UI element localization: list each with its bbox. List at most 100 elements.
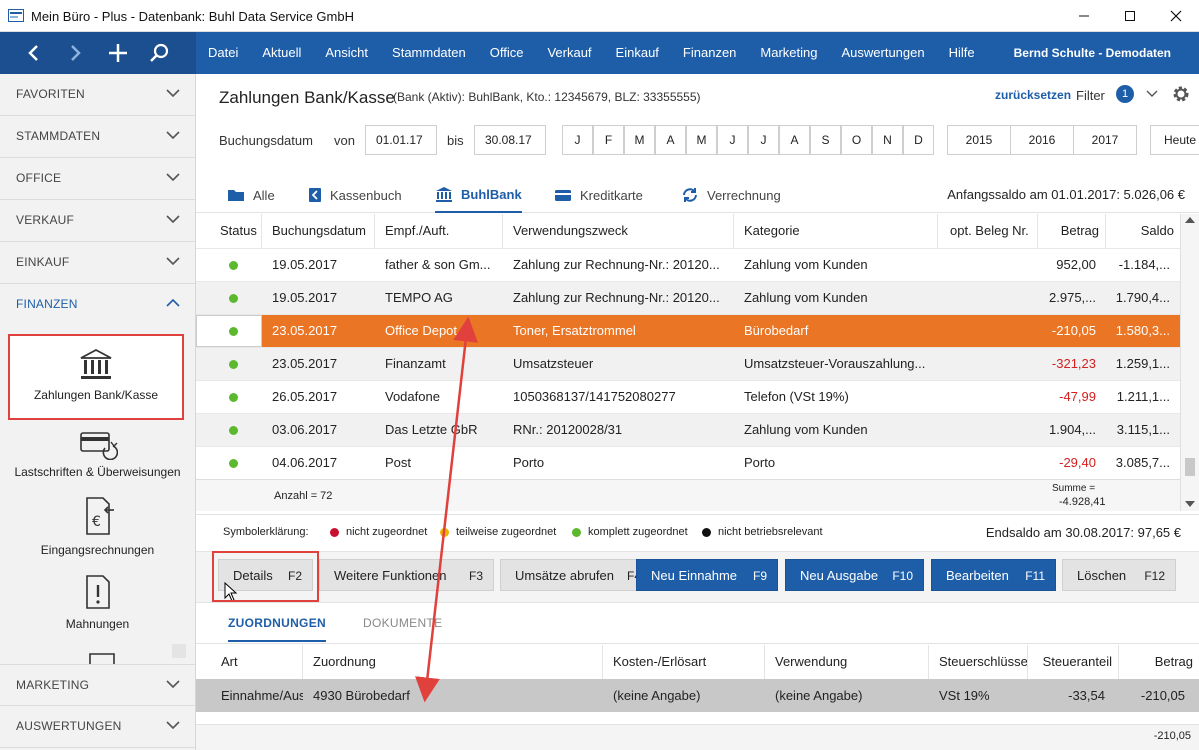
sidebar-item-eingangsrechnungen[interactable]: € Eingangsrechnungen: [0, 496, 195, 557]
maximize-button[interactable]: [1107, 0, 1153, 32]
scroll-up-icon[interactable]: [1185, 217, 1195, 223]
column-header-verwendung[interactable]: Verwendung: [765, 645, 929, 679]
menu-item[interactable]: Office: [478, 32, 536, 74]
month-button[interactable]: S: [810, 125, 841, 155]
column-header-datum[interactable]: Buchungsdatum: [262, 214, 375, 248]
month-button[interactable]: F: [593, 125, 624, 155]
menu-item[interactable]: Auswertungen: [829, 32, 936, 74]
table-row[interactable]: 03.06.2017 Das Letzte GbR RNr.: 20120028/3…: [196, 413, 1180, 446]
column-header-beleg[interactable]: opt. Beleg Nr.: [938, 214, 1038, 248]
sidebar-item-label: Lastschriften & Überweisungen: [14, 465, 181, 479]
column-header-empf[interactable]: Empf./Auft.: [375, 214, 503, 248]
month-button[interactable]: J: [717, 125, 748, 155]
sidebar-item-lastschriften[interactable]: Lastschriften & Überweisungen: [0, 430, 195, 479]
sidebar-section-marketing[interactable]: MARKETING: [0, 664, 195, 706]
sidebar-section-stammdaten[interactable]: STAMMDATEN: [0, 116, 195, 158]
chevron-down-icon[interactable]: [1146, 90, 1158, 98]
month-button[interactable]: J: [562, 125, 593, 155]
menu-item[interactable]: Einkauf: [604, 32, 671, 74]
neu-einnahme-button[interactable]: Neu Einnahme F9: [636, 559, 778, 591]
tab-kreditkarte[interactable]: Kreditkarte: [554, 177, 643, 213]
table-scrollbar[interactable]: [1180, 214, 1199, 511]
search-icon[interactable]: [147, 41, 171, 65]
month-button[interactable]: M: [686, 125, 717, 155]
tab-dokumente[interactable]: DOKUMENTE: [363, 616, 442, 630]
year-button[interactable]: 2015: [947, 125, 1011, 155]
month-button[interactable]: A: [779, 125, 810, 155]
cell-empf: Office Depot: [385, 323, 458, 338]
sidebar-item-zahlungen[interactable]: Zahlungen Bank/Kasse: [8, 334, 184, 420]
menu-item[interactable]: Stammdaten: [380, 32, 478, 74]
neu-ausgabe-button[interactable]: Neu Ausgabe F10: [785, 559, 924, 591]
column-header-betrag[interactable]: Betrag: [1119, 645, 1199, 679]
menu-item[interactable]: Finanzen: [671, 32, 748, 74]
column-header-betrag[interactable]: Betrag: [1038, 214, 1106, 248]
table-row[interactable]: 19.05.2017 TEMPO AG Zahlung zur Rechnung-N…: [196, 281, 1180, 314]
menu-item[interactable]: Datei: [196, 32, 250, 74]
sidebar-section-auswertungen[interactable]: AUSWERTUNGEN: [0, 706, 195, 748]
user-name[interactable]: Bernd Schulte - Demodaten: [1014, 32, 1171, 74]
tab-kassenbuch[interactable]: Kassenbuch: [308, 177, 402, 213]
close-button[interactable]: [1153, 0, 1199, 32]
menu-item[interactable]: Hilfe: [937, 32, 987, 74]
month-button[interactable]: A: [655, 125, 686, 155]
menu-item[interactable]: Ansicht: [313, 32, 380, 74]
scroll-thumb[interactable]: [1185, 458, 1195, 476]
year-button[interactable]: 2016: [1010, 125, 1074, 155]
date-from-input[interactable]: 01.01.17: [365, 125, 437, 155]
sidebar-scroll-down[interactable]: [172, 644, 186, 658]
sidebar-section-favoriten[interactable]: FAVORITEN: [0, 74, 195, 116]
tab-zuordnungen[interactable]: ZUORDNUNGEN: [228, 616, 326, 642]
cell-empf: Post: [385, 455, 412, 470]
column-header-kostenart[interactable]: Kosten-/Erlösart: [603, 645, 765, 679]
date-to-input[interactable]: 30.08.17: [474, 125, 546, 155]
forward-icon[interactable]: [63, 41, 87, 65]
menu-item[interactable]: Marketing: [748, 32, 829, 74]
year-button[interactable]: 2017: [1073, 125, 1137, 155]
month-button[interactable]: N: [872, 125, 903, 155]
column-header-kategorie[interactable]: Kategorie: [734, 214, 938, 248]
table-row[interactable]: 26.05.2017 Vodafone 1050368137/14175208027…: [196, 380, 1180, 413]
column-header-art[interactable]: Art: [196, 645, 303, 679]
column-header-zweck[interactable]: Verwendungszweck: [503, 214, 734, 248]
loeschen-button[interactable]: Löschen F12: [1062, 559, 1176, 591]
sidebar-section-verkauf[interactable]: VERKAUF: [0, 200, 195, 242]
details-highlight-frame: [212, 551, 319, 602]
sidebar-section-einkauf[interactable]: EINKAUF: [0, 242, 195, 284]
page-subtitle: (Bank (Aktiv): BuhlBank, Kto.: 12345679,…: [393, 90, 701, 104]
tab-verrechnung[interactable]: Verrechnung: [681, 177, 781, 213]
filter-label[interactable]: Filter: [1076, 88, 1105, 103]
month-button[interactable]: D: [903, 125, 934, 155]
add-icon[interactable]: [106, 41, 130, 65]
table-row[interactable]: 19.05.2017 father & son Gm... Zahlung zur …: [196, 248, 1180, 281]
minimize-button[interactable]: [1061, 0, 1107, 32]
month-button[interactable]: O: [841, 125, 872, 155]
table-row[interactable]: 04.06.2017 Post Porto Porto -29,40 3.085,7...: [196, 446, 1180, 479]
weitere-funktionen-button[interactable]: Weitere Funktionen F3: [319, 559, 494, 591]
tab-buhlbank[interactable]: BuhlBank: [435, 177, 522, 213]
column-header-steueranteil[interactable]: Steueranteil: [1028, 645, 1119, 679]
month-button[interactable]: J: [748, 125, 779, 155]
umsaetze-abrufen-button[interactable]: Umsätze abrufen F4: [500, 559, 640, 591]
column-header-zuordnung[interactable]: Zuordnung: [303, 645, 603, 679]
gear-icon[interactable]: [1171, 84, 1191, 104]
reset-filter-link[interactable]: zurücksetzen: [995, 88, 1071, 102]
month-button[interactable]: M: [624, 125, 655, 155]
menu-item[interactable]: Aktuell: [250, 32, 313, 74]
scroll-down-icon[interactable]: [1185, 501, 1195, 507]
column-header-steuer[interactable]: Steuerschlüssel: [929, 645, 1028, 679]
tab-alle[interactable]: Alle: [227, 177, 275, 213]
today-button[interactable]: Heute: [1150, 125, 1199, 155]
table-row[interactable]: 23.05.2017 Office Depot Toner, Ersatztromm…: [196, 314, 1180, 347]
column-header-saldo[interactable]: Saldo: [1106, 214, 1180, 248]
table-row[interactable]: Einnahme/Ausgabe 4930 Bürobedarf (keine …: [196, 679, 1199, 712]
sidebar-item-mahnungen[interactable]: Mahnungen: [0, 574, 195, 631]
column-header-status[interactable]: Status: [196, 214, 262, 248]
bearbeiten-button[interactable]: Bearbeiten F11: [931, 559, 1056, 591]
menu-item[interactable]: Verkauf: [535, 32, 603, 74]
start-balance: Anfangssaldo am 01.01.2017: 5.026,06 €: [947, 187, 1185, 202]
sidebar-section-finanzen[interactable]: FINANZEN: [0, 284, 195, 326]
back-icon[interactable]: [22, 41, 46, 65]
table-row[interactable]: 23.05.2017 Finanzamt Umsatzsteuer Umsatzste…: [196, 347, 1180, 380]
sidebar-section-office[interactable]: OFFICE: [0, 158, 195, 200]
